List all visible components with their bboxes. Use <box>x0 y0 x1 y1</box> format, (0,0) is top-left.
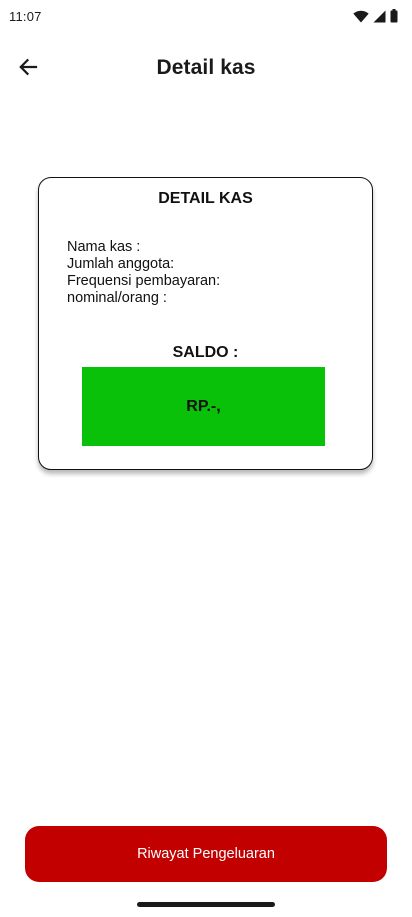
nama-kas-label: Nama kas : <box>67 239 141 255</box>
frequensi-pembayaran-label: Frequensi pembayaran: <box>67 273 221 289</box>
riwayat-pengeluaran-button[interactable]: Riwayat Pengeluaran <box>25 826 387 882</box>
saldo-label: SALDO : <box>172 344 239 361</box>
detail-kas-screen: 11:07 Detail kas DETAIL KAS Nama kas: J… <box>0 0 412 917</box>
status-bar: 11:07 <box>0 0 412 32</box>
status-time: 11:07 <box>9 8 42 24</box>
jumlah-anggota-label: Jumlah anggota: <box>67 256 175 272</box>
nominal-per-orang-label: nominal/orang : <box>67 290 167 306</box>
detail-kas-card: DETAIL KAS Nama kas : Jumlah anggota: Fr… <box>38 177 373 470</box>
app-bar: Detail kas <box>0 40 412 98</box>
page-title: Detail kas <box>156 56 256 79</box>
status-icons <box>353 9 398 23</box>
saldo-box: RP.-, <box>82 367 325 446</box>
card-title: DETAIL KAS <box>158 190 253 207</box>
riwayat-pengeluaran-label: Riwayat Pengeluaran <box>137 846 275 862</box>
saldo-value: RP.-, <box>186 397 221 415</box>
kas-info-list: Nama kas : Jumlah anggota: Frequensi pem… <box>67 239 220 307</box>
gesture-navigation-bar[interactable] <box>137 902 275 907</box>
battery-icon <box>390 9 398 23</box>
cellular-signal-icon <box>373 10 386 23</box>
wifi-icon <box>353 10 369 23</box>
